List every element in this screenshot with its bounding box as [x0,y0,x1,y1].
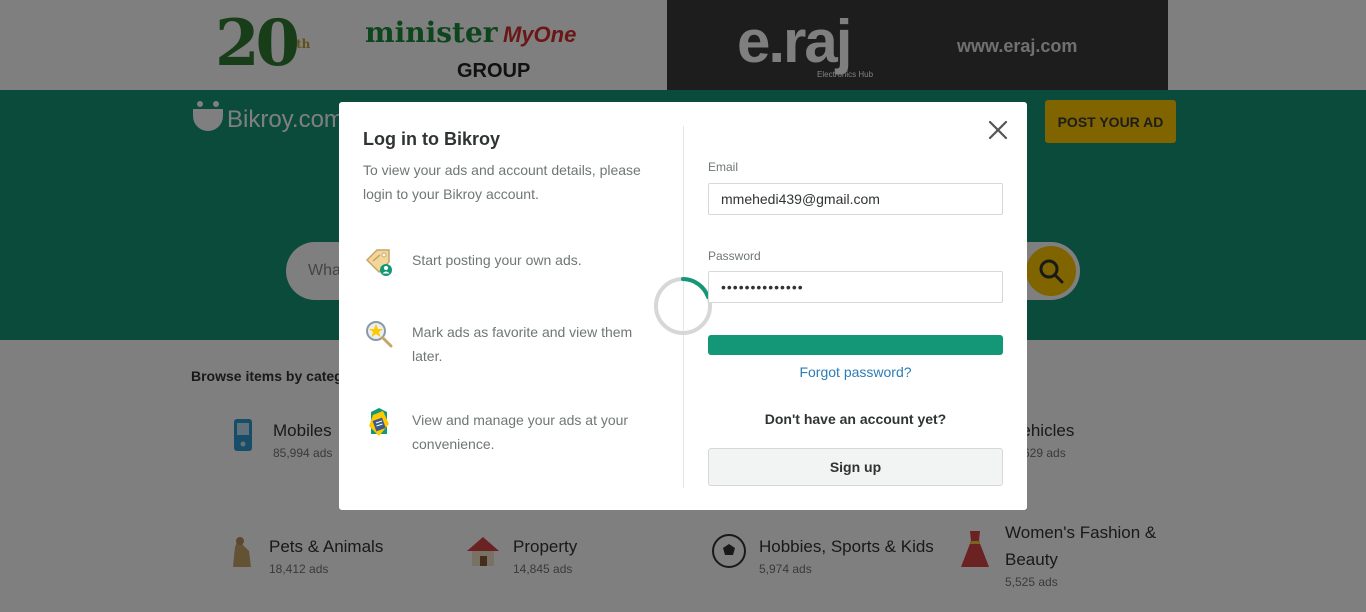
forgot-password-link[interactable]: Forgot password? [708,364,1003,380]
feature-text: Start posting your own ads. [412,252,582,268]
password-label: Password [708,249,761,263]
feature-text: View and manage your ads at your conveni… [412,412,629,452]
modal-description: To view your ads and account details, pl… [363,162,641,202]
price-tag-user-icon [365,249,392,276]
loading-spinner [654,277,712,335]
email-label: Email [708,160,739,174]
close-icon [988,120,1008,140]
login-button[interactable] [708,335,1003,355]
signup-button[interactable]: Sign up [708,448,1003,486]
star-magnifier-icon [366,321,393,348]
feature-post-ads: Start posting your own ads. [363,246,662,278]
feature-favorites: Mark ads as favorite and view them later… [363,318,662,368]
no-account-text: Don't have an account yet? [764,411,947,427]
feature-manage-ads: View and manage your ads at your conveni… [363,406,662,456]
feature-text: Mark ads as favorite and view them later… [412,324,633,364]
password-field[interactable] [708,271,1003,303]
manage-ad-tag-icon [369,408,389,436]
email-field[interactable] [708,183,1003,215]
login-modal: Log in to Bikroy To view your ads and ac… [339,102,1027,510]
modal-title: Log in to Bikroy [363,129,500,149]
close-button[interactable] [986,118,1010,142]
